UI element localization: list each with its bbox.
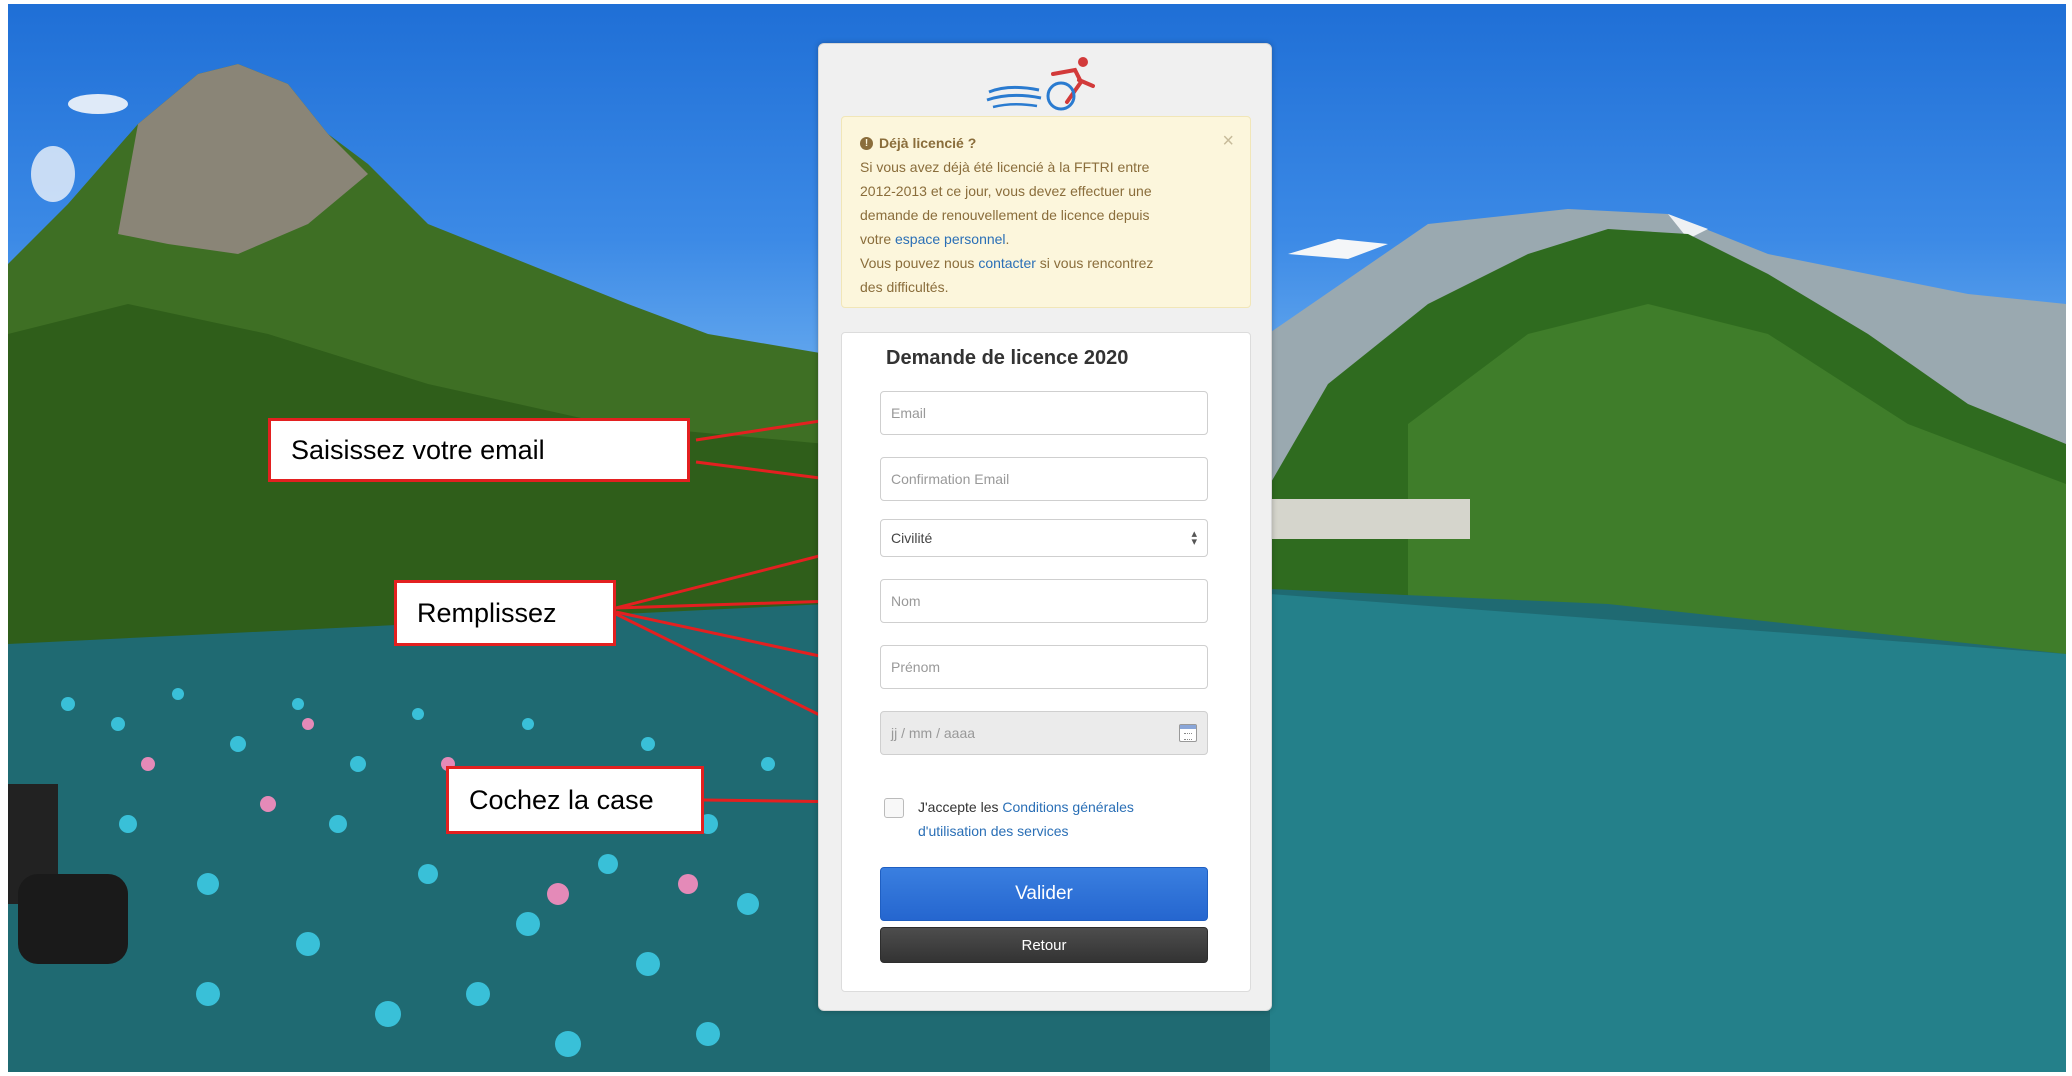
alert-line-5-prefix: Vous pouvez nous <box>860 255 975 271</box>
alert-line-4-suffix: . <box>1005 231 1010 247</box>
callout-fill: Remplissez <box>394 580 616 646</box>
alert-title: ! Déjà licencié ? <box>860 131 1232 155</box>
alert-title-text: Déjà licencié ? <box>879 135 977 151</box>
license-form: Demande de licence 2020 Civilité ▴▾ jj /… <box>841 332 1251 992</box>
firstname-input[interactable] <box>880 645 1208 689</box>
contact-link[interactable]: contacter <box>978 255 1036 271</box>
alert-line-4-prefix: votre <box>860 231 892 247</box>
terms-prefix: J'accepte les <box>918 799 999 815</box>
alert-line-1: Si vous avez déjà été licencié à la FFTR… <box>860 159 1150 175</box>
terms-row: J'accepte les Conditions générales d'uti… <box>884 795 1204 843</box>
birthdate-placeholder: jj / mm / aaaa <box>891 725 976 741</box>
fftri-logo <box>986 57 1095 111</box>
license-card: ! Déjà licencié ? Si vous avez déjà été … <box>818 43 1272 1011</box>
email-input[interactable] <box>880 391 1208 435</box>
civility-select-value: Civilité <box>891 530 933 546</box>
info-icon: ! <box>860 136 873 150</box>
select-arrows-icon: ▴ ▾ <box>1191 528 1197 548</box>
alert-line-5-suffix: si vous rencontrez <box>1039 255 1154 271</box>
personal-space-link[interactable]: espace personnel <box>895 231 1006 247</box>
submit-button[interactable]: Valider <box>880 867 1208 921</box>
callout-check: Cochez la case <box>446 766 704 834</box>
alert-line-6: des difficultés. <box>860 279 949 295</box>
callout-email: Saisissez votre email <box>268 418 690 482</box>
civility-select[interactable]: Civilité ▴ ▾ <box>880 519 1208 557</box>
already-licensed-alert: ! Déjà licencié ? Si vous avez déjà été … <box>841 116 1251 308</box>
alert-line-5: Vous pouvez nous contacter si vous renco… <box>860 251 1232 275</box>
close-icon[interactable]: × <box>1222 129 1234 153</box>
terms-checkbox[interactable] <box>884 798 904 818</box>
terms-text: J'accepte les Conditions générales d'uti… <box>918 795 1204 843</box>
alert-line-3: demande de renouvellement de licence dep… <box>860 207 1150 223</box>
back-button[interactable]: Retour <box>880 927 1208 963</box>
alert-line-2: 2012-2013 et ce jour, vous devez effectu… <box>860 183 1152 199</box>
alert-line-4: votre espace personnel. <box>860 227 1232 251</box>
lastname-input[interactable] <box>880 579 1208 623</box>
email-confirm-input[interactable] <box>880 457 1208 501</box>
calendar-icon[interactable] <box>1179 724 1197 742</box>
form-title: Demande de licence 2020 <box>886 347 1129 369</box>
birthdate-input[interactable]: jj / mm / aaaa <box>880 711 1208 755</box>
